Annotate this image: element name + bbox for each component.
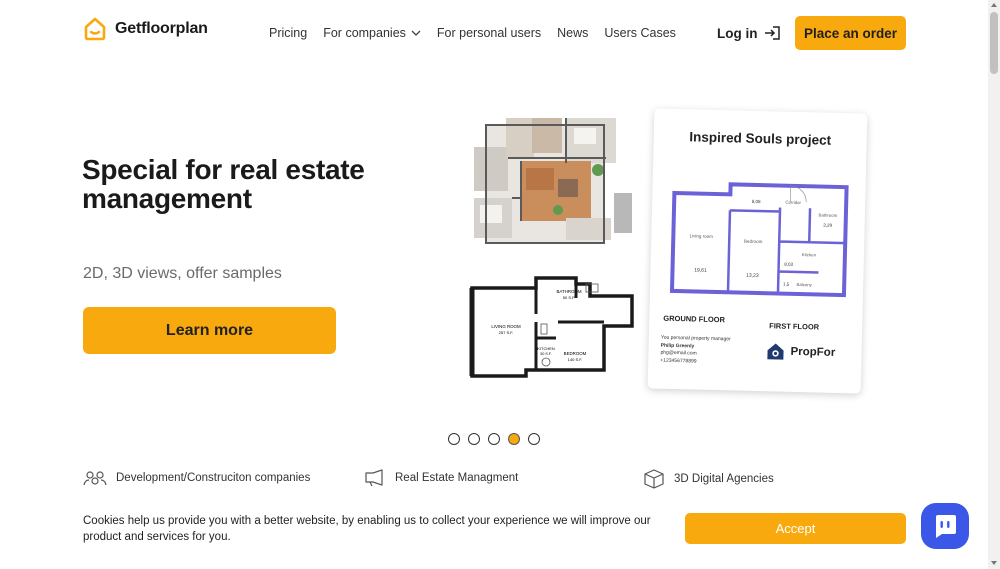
card-corridor-area: 8,08 xyxy=(752,199,761,204)
page-scrollbar[interactable] xyxy=(988,0,1000,569)
cookie-text: Cookies help us provide you with a bette… xyxy=(83,515,651,543)
card-floorplan: Living room 19,61 Bedroom 13,23 8,08 Cor… xyxy=(669,182,849,298)
plan2d-bedroom-label: BEDROOM xyxy=(564,351,587,356)
plan2d-kitchen-label: KITCHEN xyxy=(537,346,555,351)
carousel-dot-4[interactable] xyxy=(508,433,520,445)
card-living-area: 19,61 xyxy=(694,267,707,273)
offer-sample-card: Inspired Souls project Living room 19,61… xyxy=(647,108,868,394)
plan2d-bathroom-label: BATHROOM xyxy=(556,289,581,294)
nav-for-personal-users[interactable]: For personal users xyxy=(437,26,541,40)
plan2d-living-label: LIVING ROOM xyxy=(491,324,521,329)
scroll-up-arrow-icon[interactable] xyxy=(991,3,997,7)
card-bedroom-label: Bedroom xyxy=(744,239,763,244)
category-label: 3D Digital Agencies xyxy=(674,473,774,485)
chat-button[interactable] xyxy=(921,503,969,549)
propfor-logo-icon xyxy=(767,343,784,360)
login-arrow-icon xyxy=(764,26,780,40)
place-order-button[interactable]: Place an order xyxy=(795,16,906,50)
logo[interactable]: Getfloorplan xyxy=(82,16,208,42)
card-brand: PropFor xyxy=(765,341,835,363)
logo-text: Getfloorplan xyxy=(115,20,208,37)
card-ground-floor: GROUND FLOOR xyxy=(663,313,726,325)
scroll-down-arrow-icon[interactable] xyxy=(991,561,997,565)
chevron-down-icon xyxy=(411,30,421,36)
card-bathroom-label: Bathroom xyxy=(819,212,838,217)
people-icon xyxy=(83,471,107,486)
login-link[interactable]: Log in xyxy=(717,25,781,41)
carousel-dots xyxy=(448,433,540,445)
floorplan-3d-image xyxy=(474,118,632,244)
nav-label: For companies xyxy=(323,26,406,40)
carousel-dot-2[interactable] xyxy=(468,433,480,445)
hero-subtitle: 2D, 3D views, offer samples xyxy=(83,265,282,282)
carousel-dot-1[interactable] xyxy=(448,433,460,445)
card-corridor-label: Corridor xyxy=(785,200,801,205)
accept-cookies-button[interactable]: Accept xyxy=(685,513,906,544)
login-label: Log in xyxy=(717,25,758,41)
learn-more-button[interactable]: Learn more xyxy=(83,307,336,354)
category-real-estate[interactable]: Real Estate Managment xyxy=(364,469,518,487)
plan2d-living-area: 257 S.F. xyxy=(499,330,514,335)
main-nav: Pricing For companies For personal users… xyxy=(269,26,692,40)
card-kitchen-area: 8,03 xyxy=(784,262,793,267)
card-balcony-label: Balcony xyxy=(796,282,812,287)
nav-label: For personal users xyxy=(436,26,542,40)
card-kitchen-label: Kitchen xyxy=(802,252,817,257)
nav-label: Users Cases xyxy=(604,26,676,40)
card-brand-name: PropFor xyxy=(790,345,836,359)
nav-label: Pricing xyxy=(269,26,308,40)
nav-pricing[interactable]: Pricing xyxy=(269,26,307,40)
cube-icon xyxy=(644,469,664,489)
card-title: Inspired Souls project xyxy=(689,129,832,148)
category-development[interactable]: Development/Construciton companies xyxy=(83,469,310,487)
nav-label: News xyxy=(557,26,589,40)
site-header: Getfloorplan Pricing For companies For p… xyxy=(0,0,988,66)
card-living-label: Living room xyxy=(690,233,714,239)
card-bedroom-area: 13,23 xyxy=(746,273,759,279)
category-3d-agencies[interactable]: 3D Digital Agencies xyxy=(643,469,774,489)
hero-title: Special for real estate management xyxy=(82,154,365,214)
nav-users-cases[interactable]: Users Cases xyxy=(604,26,676,40)
card-contact: You personal property manager Philip Gre… xyxy=(660,335,731,367)
scroll-thumb[interactable] xyxy=(990,12,998,74)
nav-news[interactable]: News xyxy=(557,26,588,40)
carousel-dot-5[interactable] xyxy=(528,433,540,445)
chat-icon xyxy=(936,515,956,538)
megaphone-icon xyxy=(365,469,383,487)
plan2d-bathroom-area: 50 S.F. xyxy=(563,295,575,300)
category-label: Development/Construciton companies xyxy=(116,472,311,484)
plan2d-kitchen-area: 50 S.F. xyxy=(540,352,551,356)
house-logo-icon xyxy=(84,17,106,41)
card-bathroom-area: 3,29 xyxy=(823,223,832,228)
card-contact-phone: +123456778899 xyxy=(660,357,697,365)
floorplan-2d-image: BATHROOM 50 S.F. LIVING ROOM 257 S.F. KI… xyxy=(466,258,638,388)
plan2d-bedroom-area: 140 S.F. xyxy=(568,357,583,362)
category-label: Real Estate Managment xyxy=(395,472,519,484)
card-first-floor: FIRST FLOOR xyxy=(769,321,820,332)
carousel-dot-3[interactable] xyxy=(488,433,500,445)
card-balcony-area: 1,5 xyxy=(783,282,790,287)
nav-for-companies[interactable]: For companies xyxy=(323,26,421,40)
cookie-banner: Cookies help us provide you with a bette… xyxy=(0,505,988,569)
